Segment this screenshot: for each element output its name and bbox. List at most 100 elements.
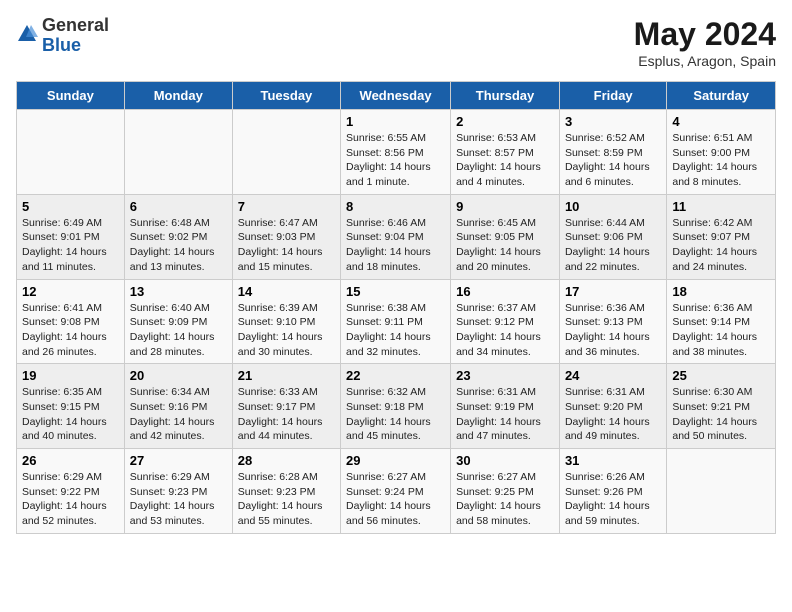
day-info: Sunrise: 6:35 AM Sunset: 9:15 PM Dayligh… [22,385,119,444]
calendar-header-row: SundayMondayTuesdayWednesdayThursdayFrid… [17,82,776,110]
day-number: 9 [456,199,554,214]
day-number: 27 [130,453,227,468]
day-number: 16 [456,284,554,299]
day-info: Sunrise: 6:36 AM Sunset: 9:14 PM Dayligh… [672,301,770,360]
calendar-cell: 1 Sunrise: 6:55 AM Sunset: 8:56 PM Daylig… [341,110,451,195]
day-info: Sunrise: 6:30 AM Sunset: 9:21 PM Dayligh… [672,385,770,444]
day-info: Sunrise: 6:41 AM Sunset: 9:08 PM Dayligh… [22,301,119,360]
day-info: Sunrise: 6:55 AM Sunset: 8:56 PM Dayligh… [346,131,445,190]
day-number: 26 [22,453,119,468]
day-number: 21 [238,368,335,383]
day-number: 30 [456,453,554,468]
calendar-cell: 5Sunrise: 6:49 AM Sunset: 9:01 PM Daylig… [17,194,125,279]
calendar-table: SundayMondayTuesdayWednesdayThursdayFrid… [16,81,776,534]
column-header-wednesday: Wednesday [341,82,451,110]
calendar-cell: 20 Sunrise: 6:34 AM Sunset: 9:16 PM Dayli… [124,364,232,449]
day-info: Sunrise: 6:33 AM Sunset: 9:17 PM Dayligh… [238,385,335,444]
day-number: 20 [130,368,227,383]
calendar-cell: 16 Sunrise: 6:37 AM Sunset: 9:12 PM Dayli… [451,279,560,364]
calendar-cell: 19 Sunrise: 6:35 AM Sunset: 9:15 PM Dayli… [17,364,125,449]
day-number: 7 [238,199,335,214]
title-block: May 2024 Esplus, Aragon, Spain [634,16,776,69]
day-info: Sunrise: 6:38 AM Sunset: 9:11 PM Dayligh… [346,301,445,360]
day-info: Sunrise: 6:36 AM Sunset: 9:13 PM Dayligh… [565,301,661,360]
calendar-cell: 26 Sunrise: 6:29 AM Sunset: 9:22 PM Dayli… [17,449,125,534]
day-number: 1 [346,114,445,129]
logo-general: General [42,16,109,36]
week-row-3: 12 Sunrise: 6:41 AM Sunset: 9:08 PM Dayli… [17,279,776,364]
logo: General Blue [16,16,109,56]
day-info: Sunrise: 6:44 AM Sunset: 9:06 PM Dayligh… [565,216,661,275]
day-number: 4 [672,114,770,129]
day-info: Sunrise: 6:28 AM Sunset: 9:23 PM Dayligh… [238,470,335,529]
day-info: Sunrise: 6:49 AM Sunset: 9:01 PM Dayligh… [22,216,119,275]
calendar-cell: 11 Sunrise: 6:42 AM Sunset: 9:07 PM Dayli… [667,194,776,279]
calendar-cell: 8 Sunrise: 6:46 AM Sunset: 9:04 PM Daylig… [341,194,451,279]
main-title: May 2024 [634,16,776,53]
day-number: 19 [22,368,119,383]
calendar-cell: 7 Sunrise: 6:47 AM Sunset: 9:03 PM Daylig… [232,194,340,279]
day-info: Sunrise: 6:31 AM Sunset: 9:19 PM Dayligh… [456,385,554,444]
calendar-cell: 23 Sunrise: 6:31 AM Sunset: 9:19 PM Dayli… [451,364,560,449]
day-info: Sunrise: 6:34 AM Sunset: 9:16 PM Dayligh… [130,385,227,444]
column-header-monday: Monday [124,82,232,110]
calendar-cell: 2 Sunrise: 6:53 AM Sunset: 8:57 PM Daylig… [451,110,560,195]
calendar-cell: 29 Sunrise: 6:27 AM Sunset: 9:24 PM Dayli… [341,449,451,534]
calendar-cell: 10 Sunrise: 6:44 AM Sunset: 9:06 PM Dayli… [559,194,666,279]
day-info: Sunrise: 6:51 AM Sunset: 9:00 PM Dayligh… [672,131,770,190]
calendar-cell [17,110,125,195]
day-info: Sunrise: 6:47 AM Sunset: 9:03 PM Dayligh… [238,216,335,275]
day-number: 15 [346,284,445,299]
day-info: Sunrise: 6:46 AM Sunset: 9:04 PM Dayligh… [346,216,445,275]
day-info: Sunrise: 6:32 AM Sunset: 9:18 PM Dayligh… [346,385,445,444]
day-info: Sunrise: 6:42 AM Sunset: 9:07 PM Dayligh… [672,216,770,275]
day-info: Sunrise: 6:48 AM Sunset: 9:02 PM Dayligh… [130,216,227,275]
day-number: 28 [238,453,335,468]
column-header-saturday: Saturday [667,82,776,110]
calendar-cell: 4 Sunrise: 6:51 AM Sunset: 9:00 PM Daylig… [667,110,776,195]
calendar-cell: 24Sunrise: 6:31 AM Sunset: 9:20 PM Dayli… [559,364,666,449]
calendar-cell [232,110,340,195]
day-number: 3 [565,114,661,129]
day-info: Sunrise: 6:45 AM Sunset: 9:05 PM Dayligh… [456,216,554,275]
calendar-cell: 3 Sunrise: 6:52 AM Sunset: 8:59 PM Daylig… [559,110,666,195]
column-header-friday: Friday [559,82,666,110]
day-info: Sunrise: 6:31 AM Sunset: 9:20 PM Dayligh… [565,385,661,444]
calendar-cell: 27 Sunrise: 6:29 AM Sunset: 9:23 PM Dayli… [124,449,232,534]
day-number: 17 [565,284,661,299]
week-row-4: 19 Sunrise: 6:35 AM Sunset: 9:15 PM Dayli… [17,364,776,449]
day-info: Sunrise: 6:29 AM Sunset: 9:22 PM Dayligh… [22,470,119,529]
day-number: 2 [456,114,554,129]
logo-blue: Blue [42,36,109,56]
day-number: 10 [565,199,661,214]
calendar-cell: 9 Sunrise: 6:45 AM Sunset: 9:05 PM Daylig… [451,194,560,279]
day-number: 12 [22,284,119,299]
day-number: 25 [672,368,770,383]
day-number: 29 [346,453,445,468]
day-info: Sunrise: 6:52 AM Sunset: 8:59 PM Dayligh… [565,131,661,190]
day-info: Sunrise: 6:27 AM Sunset: 9:25 PM Dayligh… [456,470,554,529]
page-header: General Blue May 2024 Esplus, Aragon, Sp… [16,16,776,69]
day-number: 22 [346,368,445,383]
day-number: 31 [565,453,661,468]
day-number: 23 [456,368,554,383]
subtitle: Esplus, Aragon, Spain [634,53,776,69]
day-info: Sunrise: 6:29 AM Sunset: 9:23 PM Dayligh… [130,470,227,529]
calendar-cell [667,449,776,534]
calendar-cell: 14Sunrise: 6:39 AM Sunset: 9:10 PM Dayli… [232,279,340,364]
day-number: 8 [346,199,445,214]
calendar-cell: 31Sunrise: 6:26 AM Sunset: 9:26 PM Dayli… [559,449,666,534]
calendar-cell: 17 Sunrise: 6:36 AM Sunset: 9:13 PM Dayli… [559,279,666,364]
week-row-5: 26 Sunrise: 6:29 AM Sunset: 9:22 PM Dayli… [17,449,776,534]
day-info: Sunrise: 6:37 AM Sunset: 9:12 PM Dayligh… [456,301,554,360]
calendar-cell: 28 Sunrise: 6:28 AM Sunset: 9:23 PM Dayli… [232,449,340,534]
calendar-cell: 13Sunrise: 6:40 AM Sunset: 9:09 PM Dayli… [124,279,232,364]
column-header-thursday: Thursday [451,82,560,110]
calendar-cell [124,110,232,195]
calendar-cell: 6 Sunrise: 6:48 AM Sunset: 9:02 PM Daylig… [124,194,232,279]
day-info: Sunrise: 6:53 AM Sunset: 8:57 PM Dayligh… [456,131,554,190]
day-info: Sunrise: 6:27 AM Sunset: 9:24 PM Dayligh… [346,470,445,529]
day-number: 6 [130,199,227,214]
day-number: 11 [672,199,770,214]
day-number: 18 [672,284,770,299]
